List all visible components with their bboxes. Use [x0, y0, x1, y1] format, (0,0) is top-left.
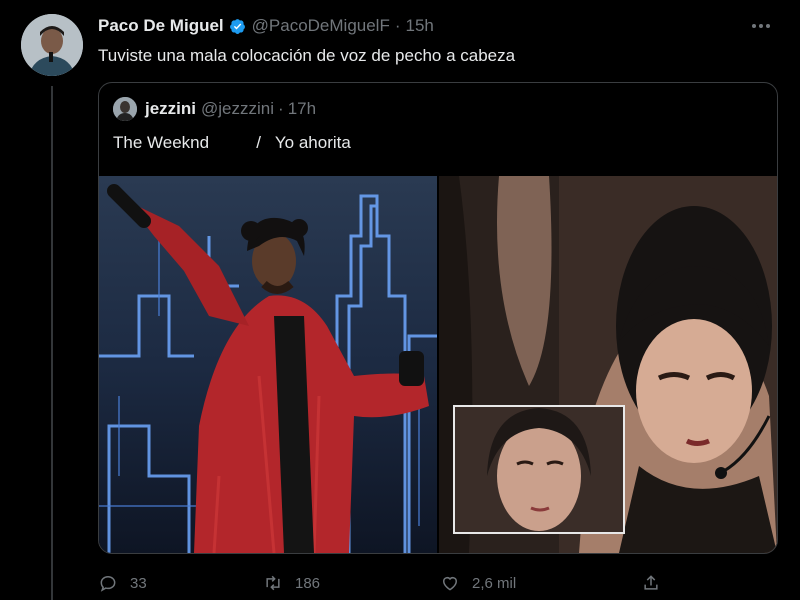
reply-icon: [100, 575, 116, 592]
tweet-header: Paco De Miguel @PacoDeMiguelF · 15h: [98, 14, 434, 38]
retweet-icon: [266, 575, 280, 591]
author-handle[interactable]: @PacoDeMiguelF: [252, 16, 390, 36]
quoted-separator-dot: ·: [278, 99, 284, 118]
reply-button[interactable]: 33: [98, 570, 147, 596]
like-count: 2,6 mil: [472, 574, 517, 592]
author-name[interactable]: Paco De Miguel: [98, 16, 224, 36]
quoted-tweet-header: jezzini @jezzzini · 17h: [113, 97, 316, 121]
media-image-right[interactable]: [439, 176, 777, 553]
tweet-timestamp[interactable]: 15h: [406, 16, 434, 36]
quoted-author-name[interactable]: jezzini: [145, 99, 196, 119]
quoted-author-handle[interactable]: @jezzzini: [201, 99, 274, 119]
share-button[interactable]: [641, 570, 673, 596]
verified-badge-icon: [229, 18, 245, 34]
quoted-tweet-card[interactable]: jezzini @jezzzini · 17h The Weeknd / Yo …: [98, 82, 778, 554]
media-image-left[interactable]: [99, 176, 437, 553]
like-button[interactable]: 2,6 mil: [440, 570, 516, 596]
tweet-actions: 33 186 2,6 mil: [98, 570, 698, 596]
quoted-tweet-text: The Weeknd / Yo ahorita: [113, 133, 351, 152]
quoted-media: [99, 176, 777, 553]
quoted-author-avatar[interactable]: [113, 97, 137, 121]
more-options-icon[interactable]: [748, 13, 774, 39]
separator-dot: ·: [394, 16, 401, 35]
share-icon: [644, 575, 658, 590]
tweet-text: Tuviste una mala colocación de voz de pe…: [98, 46, 516, 65]
author-avatar[interactable]: [21, 14, 83, 76]
retweet-count: 186: [295, 574, 321, 592]
thread-line: [51, 86, 53, 600]
reply-count: 33: [130, 574, 147, 592]
retweet-button[interactable]: 186: [263, 570, 320, 596]
like-icon: [443, 577, 457, 591]
quoted-timestamp[interactable]: 17h: [288, 99, 316, 119]
